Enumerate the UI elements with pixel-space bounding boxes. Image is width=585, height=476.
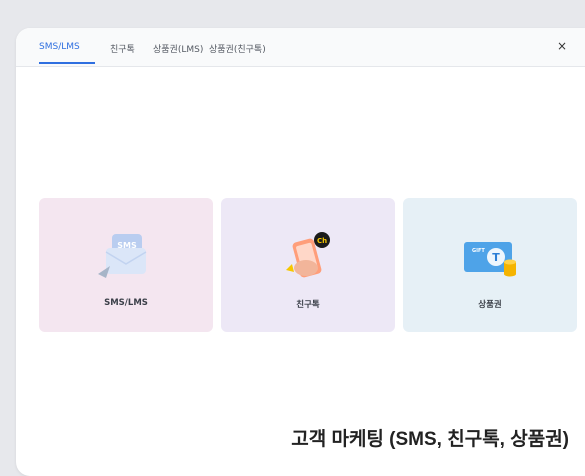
card-sms-lms[interactable]: SMS SMS/LMS (39, 198, 213, 332)
tab-gift-friend-talk[interactable]: 상품권(친구톡) (209, 42, 266, 55)
sms-icon-text: SMS (117, 241, 137, 250)
chat-phone-icon: Ch (286, 232, 330, 278)
sms-envelope-icon: SMS (98, 234, 147, 278)
close-icon[interactable]: × (555, 39, 569, 53)
gift-icon-text: GIFT (472, 248, 485, 254)
active-tab-indicator (39, 62, 95, 64)
dialog-window: SMS/LMS 친구톡 상품권(LMS) 상품권(친구톡) × SMS SMS/… (16, 28, 585, 476)
gift-card-icon: GIFT T (464, 242, 516, 277)
tab-bar: SMS/LMS 친구톡 상품권(LMS) 상품권(친구톡) × (16, 28, 585, 67)
tab-sms-lms[interactable]: SMS/LMS (39, 42, 80, 52)
page-caption: 고객 마케팅 (SMS, 친구톡, 상품권) (291, 429, 569, 450)
card-friend-talk[interactable]: Ch 친구톡 (221, 198, 395, 332)
svg-text:T: T (492, 251, 500, 264)
tab-friend-talk[interactable]: 친구톡 (110, 42, 135, 55)
tab-gift-lms[interactable]: 상품권(LMS) (153, 42, 203, 55)
card-label-sms-lms: SMS/LMS (104, 298, 148, 308)
card-label-gift-card: 상품권 (478, 300, 502, 310)
card-label-friend-talk: 친구톡 (296, 300, 320, 310)
chat-icon-text: Ch (317, 237, 327, 245)
card-gift-card[interactable]: GIFT T 상품권 (403, 198, 577, 332)
